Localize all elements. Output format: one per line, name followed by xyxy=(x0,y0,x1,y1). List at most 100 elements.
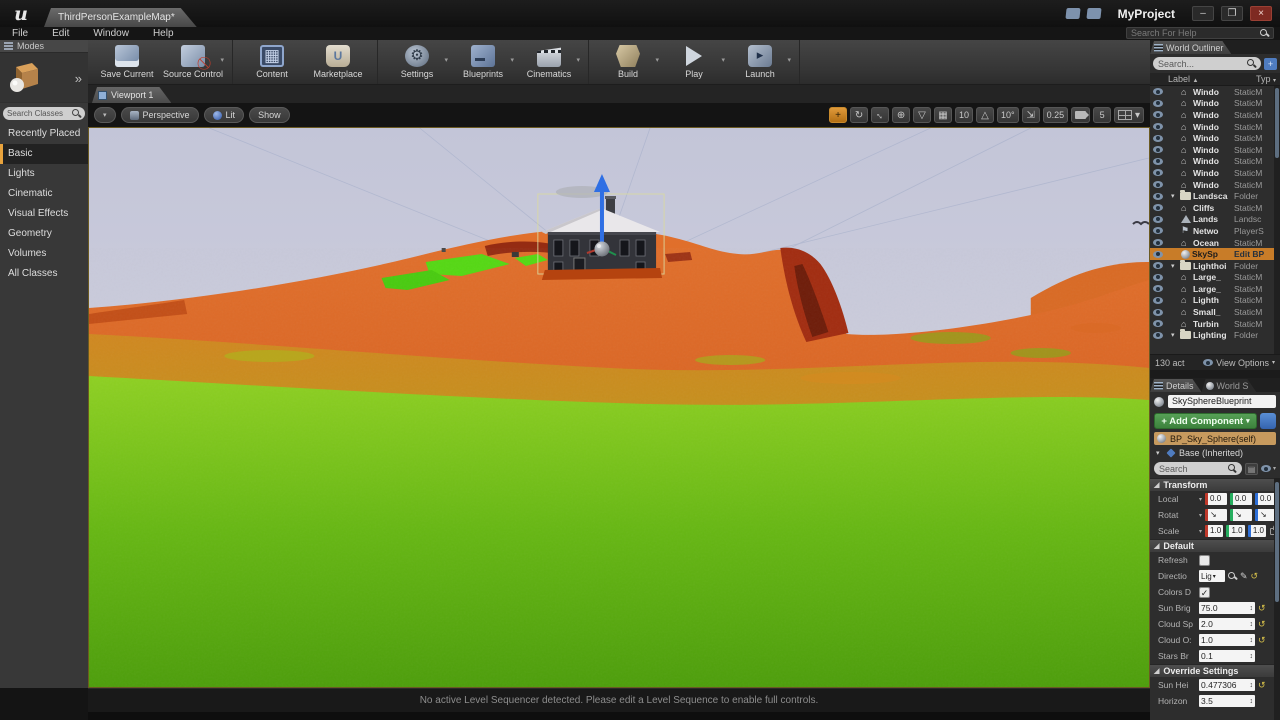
toolbar-button-launch[interactable]: Launch▾ xyxy=(727,40,793,84)
level-tab[interactable]: ThirdPersonExampleMap* xyxy=(44,8,197,27)
dropdown-arrow-icon[interactable]: ▾ xyxy=(510,56,514,64)
world-settings-tab[interactable]: World S xyxy=(1202,379,1257,392)
reset-to-default-icon[interactable]: ↺ xyxy=(1258,619,1267,630)
axis-dropdown-icon[interactable]: ▾ xyxy=(1199,512,1202,519)
dropdown-arrow-icon[interactable]: ▾ xyxy=(576,56,580,64)
component-self-row[interactable]: BP_Sky_Sphere(self) xyxy=(1154,432,1276,445)
dropdown-field[interactable]: Lig▾ xyxy=(1199,570,1225,582)
visibility-eye-icon[interactable] xyxy=(1153,262,1163,269)
outliner-column-header[interactable]: Label ▲ Typ ▾ xyxy=(1150,73,1280,86)
menu-edit[interactable]: Edit xyxy=(40,28,81,39)
toolbar-button-save-current[interactable]: Save Current xyxy=(94,40,160,84)
section-header-default[interactable]: ◢Default xyxy=(1150,539,1280,552)
edit-pencil-icon[interactable]: ✎ xyxy=(1240,571,1248,582)
outliner-row[interactable]: ⌂WindoStaticM xyxy=(1150,144,1280,156)
details-view-options-button[interactable]: ▾ xyxy=(1261,465,1276,472)
outliner-scrollbar[interactable] xyxy=(1274,86,1280,354)
visibility-eye-icon[interactable] xyxy=(1153,111,1163,118)
mode-item-lights[interactable]: Lights xyxy=(0,164,88,184)
world-outliner-tab[interactable]: World Outliner xyxy=(1150,41,1231,54)
visibility-eye-icon[interactable] xyxy=(1153,274,1163,281)
expander-icon[interactable]: ▾ xyxy=(1171,192,1178,200)
visibility-eye-icon[interactable] xyxy=(1153,100,1163,107)
toolbar-button-source-control[interactable]: Source Control▾ xyxy=(160,40,226,84)
axis-dropdown-icon[interactable]: ▾ xyxy=(1199,496,1202,503)
rotation-snap-button[interactable]: △ xyxy=(976,107,994,123)
outliner-row[interactable]: ⌂OceanStaticM xyxy=(1150,237,1280,249)
visibility-eye-icon[interactable] xyxy=(1153,158,1163,165)
details-scroll-thumb[interactable] xyxy=(1275,482,1279,602)
surface-snap-button[interactable]: ▽ xyxy=(913,107,931,123)
outliner-row[interactable]: SkySpEdit BP xyxy=(1150,248,1280,260)
expander-icon[interactable]: ▾ xyxy=(1171,331,1178,339)
vector-value-field[interactable]: 1.0 xyxy=(1226,525,1244,537)
viewport-layout-button[interactable]: ▾ xyxy=(1114,107,1144,123)
viewport-3d-scene[interactable] xyxy=(88,127,1150,688)
number-input-field[interactable]: 0.1↕ xyxy=(1199,650,1255,662)
show-flags-button[interactable]: Show xyxy=(249,107,290,123)
search-classes-input[interactable]: Search Classes xyxy=(3,107,85,120)
add-component-button[interactable]: + Add Component ▾ xyxy=(1154,413,1257,429)
mode-item-basic[interactable]: Basic xyxy=(0,144,88,164)
details-search-input[interactable]: Search xyxy=(1154,462,1242,475)
mode-item-volumes[interactable]: Volumes xyxy=(0,244,88,264)
expander-icon[interactable]: ▾ xyxy=(1171,262,1178,270)
mode-item-all-classes[interactable]: All Classes xyxy=(0,264,88,284)
mode-item-recently-placed[interactable]: Recently Placed xyxy=(0,124,88,144)
vector-value-field[interactable]: 1.0 xyxy=(1248,525,1266,537)
visibility-eye-icon[interactable] xyxy=(1153,285,1163,292)
outliner-row[interactable]: ⌂WindoStaticM xyxy=(1150,98,1280,110)
visibility-eye-icon[interactable] xyxy=(1153,135,1163,142)
outliner-row[interactable]: ⌂WindoStaticM xyxy=(1150,86,1280,98)
vector-value-field[interactable]: 0.0 xyxy=(1205,493,1227,505)
dropdown-arrow-icon[interactable]: ▾ xyxy=(787,56,791,64)
number-input-field[interactable]: 1.0↕ xyxy=(1199,634,1255,646)
outliner-row[interactable]: ⌂WindoStaticM xyxy=(1150,167,1280,179)
details-scrollbar[interactable] xyxy=(1274,478,1280,720)
viewport-options-dropdown[interactable]: ▾ xyxy=(94,107,116,123)
expand-modes-icon[interactable]: » xyxy=(75,71,82,86)
world-local-toggle[interactable]: ⊕ xyxy=(892,107,910,123)
edit-blueprint-button[interactable] xyxy=(1260,413,1276,429)
create-folder-button[interactable]: + xyxy=(1264,58,1277,70)
outliner-row[interactable]: ⌂WindoStaticM xyxy=(1150,121,1280,133)
section-header-override-settings[interactable]: ◢Override Settings xyxy=(1150,664,1280,677)
visibility-eye-icon[interactable] xyxy=(1153,332,1163,339)
feedback-bubble-icon[interactable] xyxy=(1065,8,1080,19)
outliner-row[interactable]: ⌂WindoStaticM xyxy=(1150,109,1280,121)
toolbar-button-blueprints[interactable]: Blueprints▾ xyxy=(450,40,516,84)
dropdown-arrow-icon[interactable]: ▾ xyxy=(220,56,224,64)
translate-tool-button[interactable]: + xyxy=(829,107,847,123)
outliner-row[interactable]: ⌂Large_StaticM xyxy=(1150,283,1280,295)
visibility-eye-icon[interactable] xyxy=(1153,181,1163,188)
dropdown-arrow-icon[interactable]: ▾ xyxy=(721,56,725,64)
outliner-scroll-thumb[interactable] xyxy=(1275,88,1279,158)
mode-item-geometry[interactable]: Geometry xyxy=(0,224,88,244)
reset-to-default-icon[interactable]: ↺ xyxy=(1251,571,1260,582)
browse-search-icon[interactable] xyxy=(1228,572,1237,581)
close-button[interactable]: × xyxy=(1250,6,1272,21)
rotate-tool-button[interactable]: ↻ xyxy=(850,107,868,123)
maximize-button[interactable]: ❐ xyxy=(1221,6,1243,21)
rotation-snap-value[interactable]: 10° xyxy=(997,107,1019,123)
outliner-row[interactable]: ⚑NetwoPlayerS xyxy=(1150,225,1280,237)
outliner-row[interactable]: ▾LightingFolder xyxy=(1150,329,1280,341)
details-filter-button[interactable]: ▤ xyxy=(1245,463,1258,475)
visibility-eye-icon[interactable] xyxy=(1153,169,1163,176)
rotation-dial-field[interactable]: ↘ xyxy=(1230,509,1252,521)
reset-to-default-icon[interactable]: ↺ xyxy=(1258,635,1267,646)
outliner-search-input[interactable]: Search... xyxy=(1153,57,1261,70)
viewport-tab[interactable]: Viewport 1 xyxy=(92,87,171,103)
vector-value-field[interactable]: 0.0 xyxy=(1230,493,1252,505)
toolbar-button-cinematics[interactable]: Cinematics▾ xyxy=(516,40,582,84)
menu-file[interactable]: File xyxy=(0,28,40,39)
reset-to-default-icon[interactable]: ↺ xyxy=(1258,680,1267,691)
outliner-row[interactable]: ▾LighthoiFolder xyxy=(1150,260,1280,272)
outliner-row[interactable]: ⌂TurbinStaticM xyxy=(1150,318,1280,330)
outliner-row[interactable]: ⌂LighthStaticM xyxy=(1150,295,1280,307)
grid-snap-value[interactable]: 10 xyxy=(955,107,973,123)
outliner-row[interactable]: ⌂Small_StaticM xyxy=(1150,306,1280,318)
visibility-eye-icon[interactable] xyxy=(1153,227,1163,234)
visibility-eye-icon[interactable] xyxy=(1153,204,1163,211)
outliner-row[interactable]: ⌂CliffsStaticM xyxy=(1150,202,1280,214)
